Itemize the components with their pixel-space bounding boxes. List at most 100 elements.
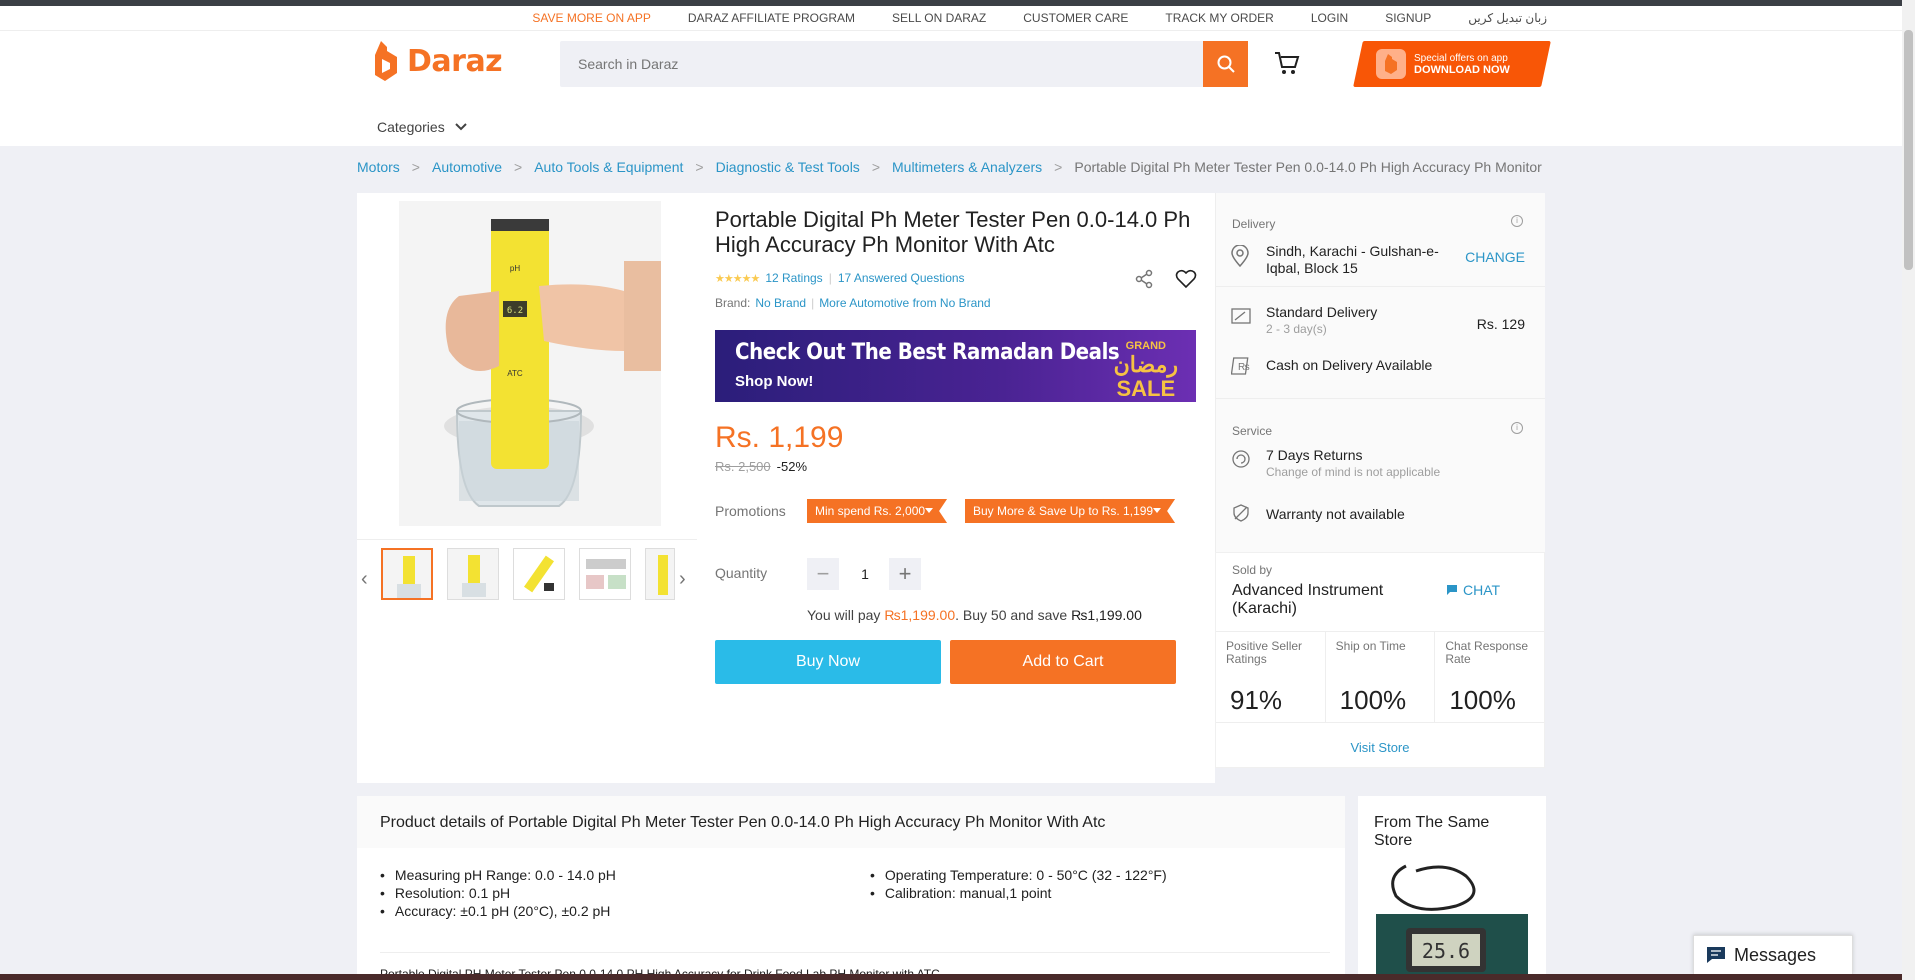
product-details-section: Product details of Portable Digital Ph M… <box>357 796 1345 980</box>
daraz-logo-icon <box>375 41 397 81</box>
page-scrollbar[interactable] <box>1902 0 1915 980</box>
wishlist-heart-icon[interactable] <box>1175 269 1197 294</box>
chat-button[interactable]: CHAT <box>1446 582 1500 598</box>
thumbnail[interactable] <box>381 548 433 600</box>
metric-label: Chat Response Rate <box>1445 639 1529 666</box>
standard-delivery-days: 2 - 3 day(s) <box>1266 322 1327 336</box>
categories-dropdown[interactable]: Categories <box>377 119 467 135</box>
search-button[interactable] <box>1203 41 1248 87</box>
toplink-sell[interactable]: SELL ON DARAZ <box>892 11 986 25</box>
promo-tag-min-spend[interactable]: Min spend Rs. 2,000 <box>807 499 947 523</box>
bottom-bar <box>0 974 1902 980</box>
thumbnail[interactable] <box>513 548 565 600</box>
promo-tag-buy-more[interactable]: Buy More & Save Up to Rs. 1,199 <box>965 499 1175 523</box>
metric-value: 91% <box>1230 685 1283 715</box>
toplink-affiliate[interactable]: DARAZ AFFILIATE PROGRAM <box>688 11 855 25</box>
delivery-price: Rs. 129 <box>1476 316 1525 332</box>
banner-sale: SALE <box>1116 376 1176 401</box>
promo-tag-text: Buy More & Save Up to Rs. 1,199 <box>973 504 1154 518</box>
old-price: Rs. 2,500 <box>715 459 771 474</box>
ratings-link[interactable]: 12 Ratings <box>765 271 822 285</box>
chat-icon <box>1447 585 1457 595</box>
logo-text: Daraz <box>407 43 503 79</box>
info-icon[interactable]: i <box>1511 422 1523 434</box>
breadcrumb-auto-tools[interactable]: Auto Tools & Equipment <box>534 159 683 175</box>
you-pay-save: ₨1,199.00 <box>1071 607 1142 623</box>
site-header: Daraz Special offers on app DOWNLOAD NOW… <box>0 30 1915 146</box>
ramadan-deals-banner[interactable]: Check Out The Best Ramadan Deals Shop No… <box>715 330 1196 402</box>
spec-item: Calibration: manual,1 point <box>870 884 1167 902</box>
categories-label: Categories <box>377 119 445 135</box>
quantity-value[interactable]: 1 <box>855 566 875 582</box>
share-icon[interactable] <box>1134 269 1154 294</box>
download-app-banner[interactable]: Special offers on app DOWNLOAD NOW <box>1353 41 1551 87</box>
banner-shop-now: Shop Now! <box>735 373 814 390</box>
warranty-shield-icon <box>1233 504 1249 522</box>
toplink-signup[interactable]: SIGNUP <box>1385 11 1431 25</box>
answered-questions-link[interactable]: 17 Answered Questions <box>838 271 965 285</box>
star-rating-icon: ★★★★★ <box>715 272 760 285</box>
location-text: Sindh, Karachi - Gulshan-e-Iqbal, Block … <box>1266 243 1439 276</box>
delivery-title: Delivery <box>1232 217 1276 231</box>
seller-panel: Sold by Advanced Instrument (Karachi) CH… <box>1215 552 1545 768</box>
product-main-image[interactable]: 6.2 pH ATC <box>399 201 661 526</box>
divider: | <box>828 271 832 285</box>
top-links-bar: SAVE MORE ON APP DARAZ AFFILIATE PROGRAM… <box>0 6 1915 30</box>
metric-ship-on-time: Ship on Time 100% <box>1326 632 1436 722</box>
metric-value: 100% <box>1339 685 1407 715</box>
rating-summary: ★★★★★ 12 Ratings | 17 Answered Questions <box>715 271 965 285</box>
svg-text:25.6: 25.6 <box>1422 939 1470 963</box>
caret-down-icon <box>1153 508 1161 513</box>
app-icon <box>1376 49 1406 79</box>
quantity-increase-button[interactable]: + <box>889 558 921 590</box>
svg-text:₨: ₨ <box>1238 362 1250 373</box>
chevron-right-icon: > <box>514 159 523 175</box>
same-store-product-image[interactable]: 25.6 <box>1376 856 1528 980</box>
breadcrumb-diagnostic[interactable]: Diagnostic & Test Tools <box>716 159 860 175</box>
return-icon <box>1232 450 1250 468</box>
service-title: Service <box>1232 424 1273 438</box>
toplink-login[interactable]: LOGIN <box>1311 11 1348 25</box>
buy-now-button[interactable]: Buy Now <box>715 640 941 684</box>
thumbnail[interactable] <box>579 548 631 600</box>
daraz-logo[interactable]: Daraz <box>373 41 503 81</box>
scrollbar-thumb[interactable] <box>1904 30 1913 270</box>
chat-label: CHAT <box>1463 582 1501 598</box>
chevron-down-icon <box>454 123 467 131</box>
product-panel: 6.2 pH ATC ‹ › Portable Digital Ph Meter… <box>357 193 1215 783</box>
search-input[interactable] <box>560 41 1190 87</box>
quantity-label: Quantity <box>715 565 768 581</box>
cash-icon: ₨ <box>1231 357 1250 375</box>
brand-link[interactable]: No Brand <box>755 296 806 310</box>
metric-chat-response: Chat Response Rate 100% <box>1435 632 1544 722</box>
add-to-cart-button[interactable]: Add to Cart <box>950 640 1176 684</box>
visit-store-link[interactable]: Visit Store <box>1216 740 1544 755</box>
breadcrumb-automotive[interactable]: Automotive <box>432 159 502 175</box>
returns-sub: Change of mind is not applicable <box>1266 465 1441 479</box>
chevron-left-icon[interactable]: ‹ <box>361 568 368 591</box>
chevron-right-icon[interactable]: › <box>679 568 686 591</box>
message-icon <box>1707 947 1725 963</box>
discount-percent: -52% <box>776 459 808 474</box>
thumbnail[interactable] <box>447 548 499 600</box>
toplink-track-order[interactable]: TRACK MY ORDER <box>1165 11 1273 25</box>
breadcrumb-motors[interactable]: Motors <box>357 159 400 175</box>
seller-name[interactable]: Advanced Instrument (Karachi) <box>1232 582 1412 618</box>
change-location-button[interactable]: CHANGE <box>1465 249 1525 265</box>
messages-button[interactable]: Messages <box>1693 935 1853 975</box>
breadcrumb-multimeters[interactable]: Multimeters & Analyzers <box>892 159 1042 175</box>
grand-sale-badge: GRAND رمضان SALE <box>1114 340 1178 401</box>
product-title: Portable Digital Ph Meter Tester Pen 0.0… <box>715 207 1191 257</box>
thumbnail[interactable] <box>645 548 675 600</box>
banner-grand: GRAND <box>1125 340 1166 352</box>
toplink-language[interactable]: زبان تبدیل کریں <box>1468 11 1547 25</box>
toplink-save-more[interactable]: SAVE MORE ON APP <box>532 11 650 25</box>
standard-delivery-text: Standard Delivery 2 - 3 day(s) <box>1266 304 1377 338</box>
breadcrumb-current: Portable Digital Ph Meter Tester Pen 0.0… <box>1074 159 1542 175</box>
toplink-customer-care[interactable]: CUSTOMER CARE <box>1023 11 1128 25</box>
quantity-decrease-button[interactable]: − <box>807 558 839 590</box>
info-icon[interactable]: i <box>1511 215 1523 227</box>
more-from-brand-link[interactable]: More Automotive from No Brand <box>819 296 990 310</box>
banner-headline: Check Out The Best Ramadan Deals <box>735 340 1120 365</box>
cart-button[interactable] <box>1274 51 1300 80</box>
